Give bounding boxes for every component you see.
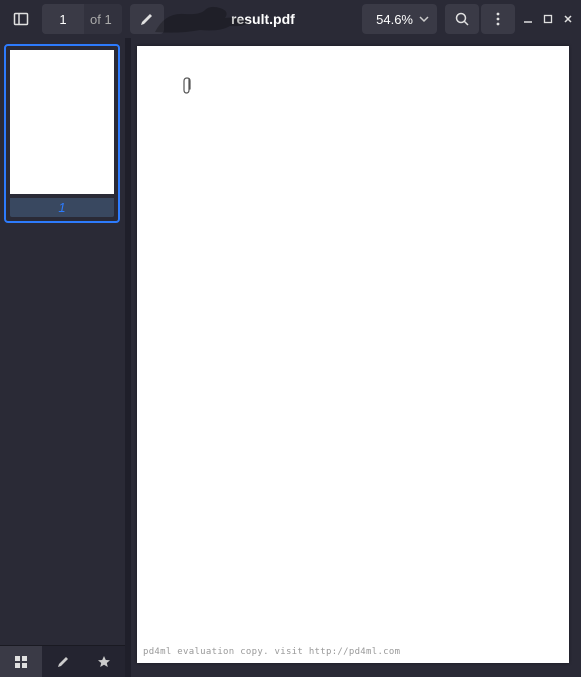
watermark-text: pd4ml evaluation copy. visit http://pd4m… xyxy=(143,647,400,657)
pencil-icon xyxy=(139,11,155,27)
zoom-dropdown[interactable]: 54.6% xyxy=(362,4,437,34)
sidebar-tab-annotations[interactable] xyxy=(42,646,84,677)
sidebar-tab-bookmarks[interactable] xyxy=(83,646,125,677)
minimize-icon xyxy=(523,14,533,24)
thumbnail-preview xyxy=(10,50,114,194)
minimize-button[interactable] xyxy=(523,14,533,24)
close-icon xyxy=(563,14,573,24)
maximize-button[interactable] xyxy=(543,14,553,24)
search-button[interactable] xyxy=(445,4,479,34)
sidebar-tab-thumbnails[interactable] xyxy=(0,646,42,677)
document-title: result.pdf xyxy=(166,11,360,27)
thumbnail-panel: 1 xyxy=(0,38,125,645)
sidebar-toggle-button[interactable] xyxy=(4,4,38,34)
kebab-menu-icon xyxy=(490,11,506,27)
grid-icon xyxy=(14,655,28,669)
chevron-down-icon xyxy=(419,14,429,24)
star-icon xyxy=(97,655,111,669)
pdf-page: pd4ml evaluation copy. visit http://pd4m… xyxy=(137,46,569,663)
thumbnail-page-label: 1 xyxy=(10,198,114,217)
sidebar-icon xyxy=(13,11,29,27)
menu-button[interactable] xyxy=(481,4,515,34)
page-total-label: of 1 xyxy=(84,4,122,34)
window-controls xyxy=(523,14,573,24)
page-number-input[interactable] xyxy=(42,4,84,34)
main-area: 1 xyxy=(0,38,581,677)
pencil-icon xyxy=(56,655,70,669)
search-icon xyxy=(454,11,470,27)
document-viewer[interactable]: pd4ml evaluation copy. visit http://pd4m… xyxy=(131,38,581,677)
sidebar: 1 xyxy=(0,38,125,677)
sidebar-tabs xyxy=(0,645,125,677)
maximize-icon xyxy=(543,14,553,24)
close-button[interactable] xyxy=(563,14,573,24)
zoom-value: 54.6% xyxy=(376,12,413,27)
annotate-button[interactable] xyxy=(130,4,164,34)
toolbar: of 1 result.pdf 54.6% xyxy=(0,0,581,38)
thumbnail-item[interactable]: 1 xyxy=(4,44,120,223)
attachment-paperclip-icon xyxy=(181,76,193,96)
page-navigator: of 1 xyxy=(42,4,122,34)
